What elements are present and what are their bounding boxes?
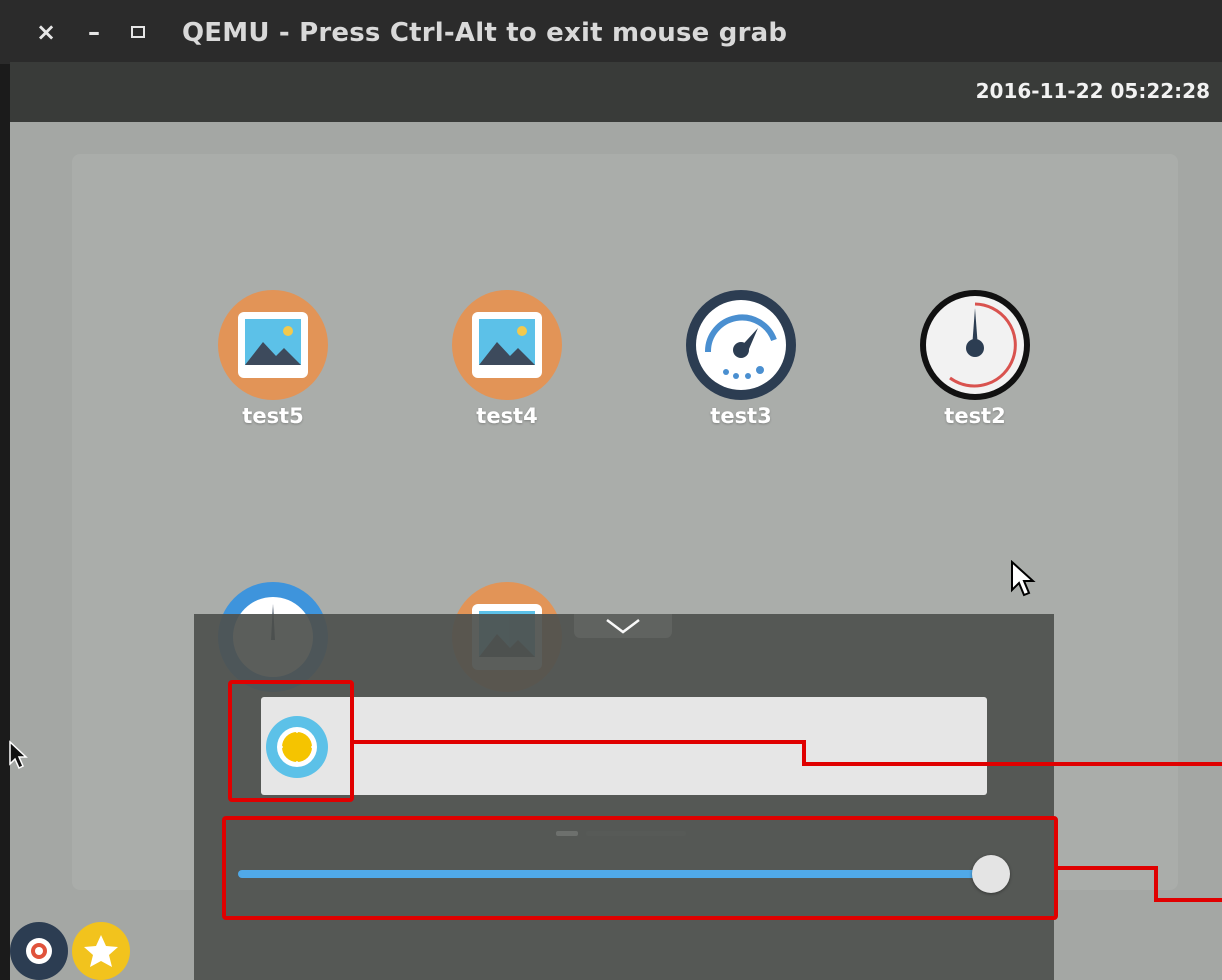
dock-item-favorites[interactable]: [72, 922, 130, 980]
collapse-button[interactable]: [574, 614, 672, 638]
gauge-icon: [920, 290, 1030, 400]
gear-icon: [26, 938, 52, 964]
annotation-line: [1154, 866, 1158, 902]
annotation-line: [1154, 898, 1222, 902]
brightness-card: [261, 697, 987, 795]
annotation-line: [354, 740, 806, 744]
app-label: test5: [242, 404, 304, 428]
annotation-box-slider: [222, 816, 1058, 920]
maximize-icon[interactable]: [122, 16, 154, 48]
annotation-line: [1058, 866, 1158, 870]
window-title: QEMU - Press Ctrl-Alt to exit mouse grab: [182, 18, 788, 48]
top-panel: 2016-11-22 05:22:28: [10, 62, 1222, 122]
speedometer-icon: [686, 290, 796, 400]
window-titlebar: × – QEMU - Press Ctrl-Alt to exit mouse …: [0, 0, 1222, 64]
app-tile[interactable]: test2: [900, 290, 1050, 440]
image-icon: [452, 290, 562, 400]
close-icon[interactable]: ×: [30, 16, 62, 48]
minimize-icon[interactable]: –: [78, 16, 110, 48]
mouse-cursor-icon: [1011, 560, 1036, 597]
window-border: [0, 64, 10, 980]
mouse-cursor-icon: [9, 740, 28, 770]
chevron-down-icon: [606, 619, 640, 634]
app-label: test2: [944, 404, 1006, 428]
annotation-line: [802, 762, 1222, 766]
app-tile[interactable]: test4: [432, 290, 582, 440]
image-icon: [218, 290, 328, 400]
clock[interactable]: 2016-11-22 05:22:28: [976, 79, 1210, 103]
app-tile[interactable]: test5: [198, 290, 348, 440]
app-label: test4: [476, 404, 538, 428]
app-label: test3: [710, 404, 772, 428]
annotation-box-toggle: [228, 680, 354, 802]
app-tile[interactable]: test3: [666, 290, 816, 440]
dock-item-settings[interactable]: [10, 922, 68, 980]
star-icon: [84, 935, 118, 967]
